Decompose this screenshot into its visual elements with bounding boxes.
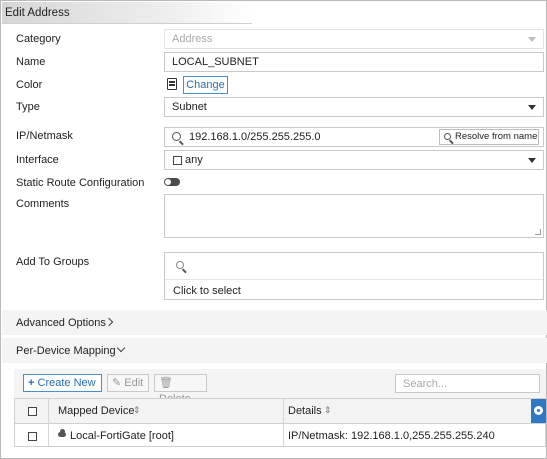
type-select[interactable]: Subnet [164, 97, 544, 117]
static-route-label: Static Route Configuration [16, 177, 145, 189]
sort-icon[interactable]: ⇕ [133, 405, 141, 416]
name-input[interactable]: LOCAL_SUBNET [164, 52, 544, 72]
trash-icon: 🗑 [159, 377, 173, 389]
row-device[interactable]: Local-FortiGate [root] [70, 430, 174, 442]
category-value: Address [172, 33, 213, 45]
interface-label: Interface [16, 154, 59, 166]
chevron-right-icon [104, 317, 114, 327]
create-new-button[interactable]: + Create New [23, 374, 102, 392]
edit-button[interactable]: ✎ Edit [107, 374, 149, 392]
divider [165, 279, 543, 280]
edit-address-dialog: Edit Address Category Address Name LOCAL… [0, 0, 547, 459]
resolve-from-name-button[interactable]: Resolve from name [439, 129, 539, 145]
cloud-icon [58, 429, 66, 437]
groups-selector[interactable]: Click to select [164, 252, 544, 300]
delete-button[interactable]: 🗑 Delete [154, 374, 207, 405]
name-label: Name [16, 56, 46, 68]
dialog-title-bar: Edit Address [2, 2, 252, 24]
column-details[interactable]: Details [288, 405, 322, 417]
per-device-mapping-section[interactable]: Per-Device Mapping [2, 338, 547, 363]
name-value: LOCAL_SUBNET [172, 56, 259, 68]
search-icon [444, 133, 451, 140]
color-label: Color [16, 79, 43, 91]
advanced-options-section[interactable]: Advanced Options [2, 310, 547, 335]
interface-value: any [185, 154, 203, 166]
resolve-button-label: Resolve from name [455, 131, 538, 142]
chevron-down-icon [116, 343, 126, 353]
comments-textarea[interactable] [164, 194, 544, 238]
click-to-select[interactable]: Click to select [173, 285, 241, 297]
plus-icon: + [28, 377, 35, 389]
chevron-down-icon [528, 158, 536, 163]
resize-handle-icon[interactable] [535, 229, 541, 235]
change-color-button[interactable]: Change [183, 76, 228, 94]
interface-select[interactable]: any [164, 150, 544, 170]
edit-label: Edit [124, 377, 144, 389]
search-icon [172, 132, 181, 141]
search-icon [176, 261, 184, 269]
comments-label: Comments [16, 198, 70, 210]
add-to-groups-label: Add To Groups [16, 256, 90, 268]
chevron-down-icon [528, 37, 536, 42]
note-book-icon [167, 78, 177, 90]
per-device-mapping-label: Per-Device Mapping [16, 345, 116, 357]
column-divider [48, 399, 49, 446]
column-mapped-device[interactable]: Mapped Device [58, 405, 134, 417]
category-select: Address [164, 29, 544, 49]
select-all-checkbox[interactable] [28, 407, 37, 416]
create-new-label: Create New [37, 377, 96, 389]
search-placeholder: Search... [403, 378, 448, 390]
mapping-search-input[interactable]: Search... [395, 374, 540, 393]
pencil-icon: ✎ [112, 377, 122, 389]
interface-checkbox-icon [173, 156, 182, 165]
type-label: Type [16, 101, 40, 113]
static-route-toggle[interactable] [164, 178, 180, 186]
column-divider [283, 399, 284, 446]
mapping-table: Mapped Device ⇕ Details ⇕ Local-FortiGat… [14, 398, 546, 447]
advanced-options-label: Advanced Options [16, 317, 106, 329]
gear-icon[interactable] [531, 399, 546, 423]
dialog-title: Edit Address [5, 7, 70, 19]
row-checkbox[interactable] [28, 432, 37, 441]
ip-netmask-value: 192.168.1.0/255.255.255.0 [189, 131, 321, 143]
chevron-down-icon [528, 105, 536, 110]
category-label: Category [16, 33, 61, 45]
type-value: Subnet [172, 101, 207, 113]
row-details: IP/Netmask: 192.168.1.0,255.255.255.240 [288, 430, 495, 442]
ip-netmask-label: IP/Netmask [16, 130, 73, 142]
sort-icon[interactable]: ⇕ [324, 405, 332, 416]
